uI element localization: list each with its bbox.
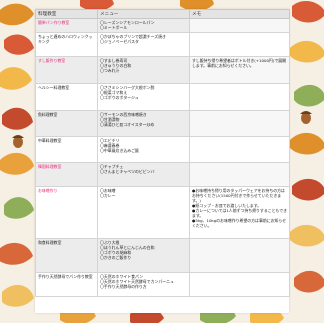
table-row: 和食料理教室 〇ぶり大根 〇ほうれん草とにんじんの白和 〇ゴボウの胡麻和 〇かきのご飯作… xyxy=(35,238,290,273)
table-row: 手作り天然酵母でパン作り教室 〇天然のホワイト食パン 〇天然のホワイト天然酵母でカン… xyxy=(35,272,290,297)
class-name-cell: 簡単パン作り教室 xyxy=(35,18,98,33)
memo-cell xyxy=(189,32,290,57)
class-name-cell: 手作り天然酵母でパン作り教室 xyxy=(35,272,98,297)
menu-item: 〇手作り天然酵母の作り方 xyxy=(100,284,147,289)
column-header-class: 料理教室 xyxy=(35,9,98,19)
table-row: ヘルシー料理教室 〇ささミシンバーグ大根ポン酢 〇根菜ゴマ和え 〇ゴボウのポタージュ xyxy=(35,83,290,111)
table-row: 中華料理教室 〇エビチリ 〇麻婆春巻 〇中華風炊き込みご飯 xyxy=(35,136,290,163)
menu-item: 〇つみれ汁 xyxy=(100,68,120,73)
menu-item: 〇ゴボウのポタージュ xyxy=(100,95,139,100)
class-name-cell: 中華料理教室 xyxy=(35,136,98,163)
column-header-menu: メニュー xyxy=(97,9,190,19)
memo-cell xyxy=(189,18,290,33)
memo-cell: ●お味噌持ち帰り用のタッパーウェアをお持ちの方はお持ちください(1500円付きで… xyxy=(189,186,290,239)
memo-note: すし飯持ち帰り希望者はボトル付き(+1000円)で展開します。事前にお知らせくだ… xyxy=(192,58,287,68)
class-name-cell: 和食料理教室 xyxy=(35,238,98,273)
table-header-row: 料理教室 メニュー メモ xyxy=(35,9,290,19)
memo-cell xyxy=(189,110,290,137)
memo-cell xyxy=(189,238,290,273)
table-row: ちょっと遅めのハロウィンクッキング 〇かぼちゃのプリンで超濃チーズ焼き 〇ジョノベー… xyxy=(35,32,290,57)
table-row: お味噌作り 〇お味噌 〇カレー ●お味噌持ち帰り用のタッパーウェアをお持ちの方はお持ち… xyxy=(35,186,290,239)
menu-cell: 〇チャプチェ 〇さんまとキャベツのビビンバ xyxy=(97,162,190,187)
memo-cell xyxy=(189,136,290,163)
class-name-cell: お味噌作り xyxy=(35,186,98,239)
table-row: 魚料理教室 〇サーモンの西京味噌焼き 〇甘酒漬物 〇清湯ひと皿コオイスター炒め xyxy=(35,110,290,137)
menu-item: 〇ジョノベーゼパスタ xyxy=(100,39,139,44)
table-row: すし飯作り教室 〇すまし巻寿司 〇きゅうりの白和 〇つみれ汁 すし飯持ち帰り希望者はボト… xyxy=(35,56,290,84)
menu-item: 〇かきのご飯作り xyxy=(100,255,132,260)
table-row: 簡単パン作り教室 〇レーズンシナモンロールパン 〇ミートボール xyxy=(35,18,290,33)
menu-cell: 〇すまし巻寿司 〇きゅうりの白和 〇つみれ汁 xyxy=(97,56,190,84)
menu-item: 〇ミートボール xyxy=(100,25,128,30)
class-name-cell: ちょっと遅めのハロウィンクッキング xyxy=(35,32,98,57)
menu-cell: 〇ぶり大根 〇ほうれん草とにんじんの白和 〇ゴボウの胡麻和 〇かきのご飯作り xyxy=(97,238,190,273)
menu-item: 〇さんまとキャベツのビビンバ xyxy=(100,169,155,174)
menu-cell: 〇天然のホワイト食パン 〇天然のホワイト天然酵母でカンパーニュ 〇手作り天然酵母の作… xyxy=(97,272,190,297)
memo-cell xyxy=(189,272,290,297)
menu-cell: 〇エビチリ 〇麻婆春巻 〇中華風炊き込みご飯 xyxy=(97,136,190,163)
menu-cell: 〇お味噌 〇カレー xyxy=(97,186,190,239)
memo-note: ●お味噌持ち帰り用のタッパーウェアをお持ちの方はお持ちください(1500円付きで… xyxy=(192,188,285,203)
memo-note: ●5kg、10kgのお味噌作り希望の方は事前にお知らせください。 xyxy=(192,218,287,228)
menu-cell: 〇かぼちゃのプリンで超濃チーズ焼き 〇ジョノベーゼパスタ xyxy=(97,32,190,57)
table-row: 韓国料理教室 〇チャプチェ 〇さんまとキャベツのビビンバ xyxy=(35,162,290,187)
memo-cell xyxy=(189,83,290,111)
memo-cell: すし飯持ち帰り希望者はボトル付き(+1000円)で展開します。事前にお知らせくだ… xyxy=(189,56,290,84)
menu-item: 〇カレー xyxy=(100,193,116,198)
menu-cell: 〇レーズンシナモンロールパン 〇ミートボール xyxy=(97,18,190,33)
autumn-leaf-icon xyxy=(290,0,324,293)
class-menu-table: 料理教室 メニュー メモ 簡単パン作り教室 〇レーズンシナモンロールパン 〇ミートボ… xyxy=(35,9,290,297)
column-header-memo: メモ xyxy=(189,9,290,19)
menu-item: 〇清湯ひと皿コオイスター炒め xyxy=(100,122,155,127)
memo-cell xyxy=(189,162,290,187)
class-name-cell: ヘルシー料理教室 xyxy=(35,83,98,111)
menu-item: 〇中華風炊き込みご飯 xyxy=(100,148,139,153)
class-name-cell: すし飯作り教室 xyxy=(35,56,98,84)
class-name-cell: 魚料理教室 xyxy=(35,110,98,137)
class-name-cell: 韓国料理教室 xyxy=(35,162,98,187)
menu-cell: 〇サーモンの西京味噌焼き 〇甘酒漬物 〇清湯ひと皿コオイスター炒め xyxy=(97,110,190,137)
class-schedule-sheet: 料理教室 メニュー メモ 簡単パン作り教室 〇レーズンシナモンロールパン 〇ミートボ… xyxy=(35,9,290,313)
memo-note: ●カレーについては1人前ずつ持ち帰りすることもできます。 xyxy=(192,208,288,218)
menu-cell: 〇ささミシンバーグ大根ポン酢 〇根菜ゴマ和え 〇ゴボウのポタージュ xyxy=(97,83,190,111)
autumn-leaf-icon xyxy=(0,3,34,307)
